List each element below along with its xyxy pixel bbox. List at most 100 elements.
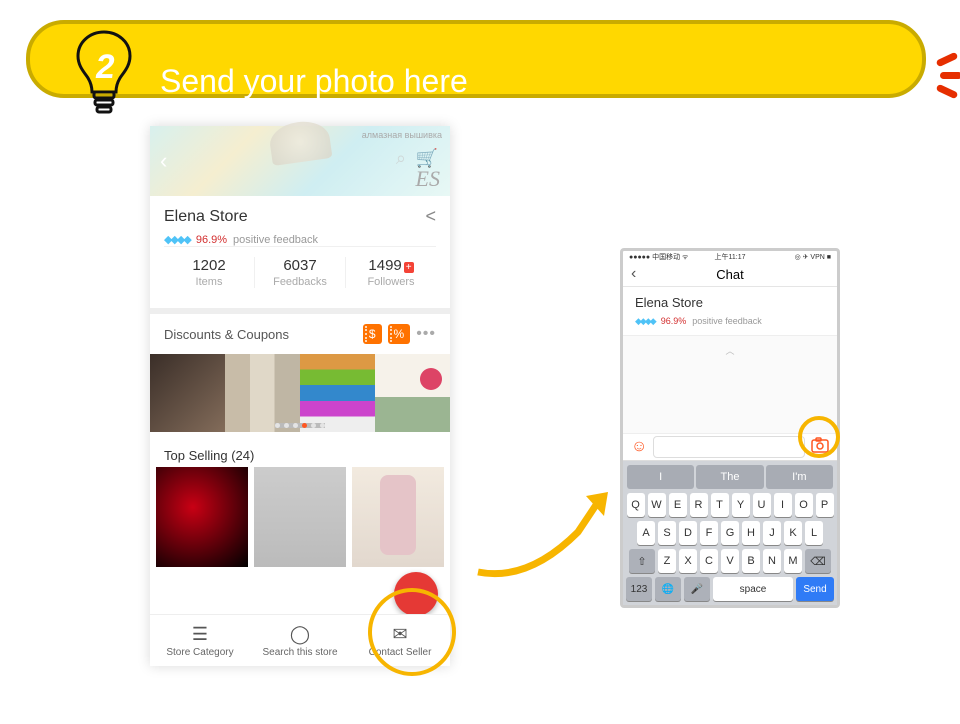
backspace-key[interactable]: ⌫ — [805, 549, 831, 573]
mic-key[interactable]: 🎤 — [684, 577, 710, 601]
status-time: 上午11:17 — [715, 252, 746, 262]
product-carousel[interactable] — [150, 354, 450, 432]
key-n[interactable]: N — [763, 549, 781, 573]
keyboard-row: ASDFGHJKL — [626, 521, 834, 545]
key-k[interactable]: K — [784, 521, 802, 545]
keyboard-row: ⇧ZXCVBNM⌫ — [626, 549, 834, 573]
num-key[interactable]: 123 — [626, 577, 652, 601]
store-stats: 1202 Items 6037 Feedbacks 1499+ Follower… — [164, 246, 436, 298]
back-icon[interactable]: ‹ — [160, 148, 167, 174]
key-y[interactable]: Y — [732, 493, 750, 517]
share-icon[interactable]: < — [425, 206, 436, 227]
brand-logo: ES — [416, 166, 440, 192]
key-j[interactable]: J — [763, 521, 781, 545]
search-icon[interactable]: ⌕ — [396, 148, 406, 169]
category-icon: ☰ — [192, 624, 208, 645]
key-l[interactable]: L — [805, 521, 823, 545]
nav-search-store[interactable]: ◯ Search this store — [250, 615, 350, 666]
product-thumb[interactable] — [300, 354, 375, 432]
store-info-card: Elena Store < ◆◆◆◆ 96.9% positive feedba… — [150, 196, 450, 314]
top-selling-products — [150, 467, 450, 567]
feedback-label: positive feedback — [692, 316, 762, 326]
arrow-icon — [468, 472, 628, 597]
product-thumb[interactable] — [352, 467, 444, 567]
key-t[interactable]: T — [711, 493, 729, 517]
product-thumb[interactable] — [375, 354, 450, 432]
rating-diamonds: ◆◆◆◆ — [164, 233, 190, 246]
key-h[interactable]: H — [742, 521, 760, 545]
suggestion[interactable]: I — [627, 465, 694, 489]
send-key[interactable]: Send — [796, 577, 834, 601]
chat-title: Chat — [716, 267, 743, 282]
keyboard-row: QWERTYUIOP — [626, 493, 834, 517]
bow-decoration — [268, 118, 333, 166]
key-z[interactable]: Z — [658, 549, 676, 573]
percent-coupon-icon[interactable]: % — [388, 324, 411, 344]
status-bar: ●●●●● 中国移动 ᯤ 上午11:17 ◎ ✈ VPN ■ — [623, 251, 837, 262]
store-header: ‹ ⌕ 🛒 алмазная вышивка ES — [150, 126, 450, 196]
space-key[interactable]: space — [713, 577, 793, 601]
chevron-up-icon[interactable]: ︿ — [725, 344, 734, 357]
status-carrier: ●●●●● 中国移动 ᯤ — [629, 252, 688, 262]
store-name: Elena Store — [164, 208, 248, 226]
stat-label: Items — [164, 276, 254, 288]
shift-key[interactable]: ⇧ — [629, 549, 655, 573]
status-right: ◎ ✈ VPN ■ — [795, 253, 831, 261]
highlight-circle-contact — [368, 588, 456, 676]
dollar-coupon-icon[interactable]: $ — [363, 324, 382, 344]
stat-value: 1499+ — [346, 257, 436, 274]
nav-label: Store Category — [166, 647, 233, 658]
key-d[interactable]: D — [679, 521, 697, 545]
message-input[interactable] — [653, 436, 805, 458]
rating-percent: 96.9% — [661, 316, 687, 326]
key-v[interactable]: V — [721, 549, 739, 573]
suggestion[interactable]: The — [696, 465, 763, 489]
stat-followers[interactable]: 1499+ Followers — [346, 257, 436, 288]
rating-percent: 96.9% — [196, 234, 227, 246]
top-selling-header: Top Selling (24) — [150, 438, 450, 467]
product-thumb[interactable] — [156, 467, 248, 567]
key-x[interactable]: X — [679, 549, 697, 573]
rating-diamonds: ◆◆◆◆ — [635, 316, 655, 327]
key-q[interactable]: Q — [627, 493, 645, 517]
keyboard-row: 123 🌐 🎤 space Send — [626, 577, 834, 601]
instruction-banner: 2 Send your photo here — [26, 20, 926, 98]
product-thumb[interactable] — [150, 354, 225, 432]
product-thumb[interactable] — [225, 354, 300, 432]
discounts-row[interactable]: Discounts & Coupons $ % ••• — [150, 314, 450, 354]
stat-label: Followers — [346, 276, 436, 288]
key-m[interactable]: M — [784, 549, 802, 573]
keyboard: I The I'm QWERTYUIOP ASDFGHJKL ⇧ZXCVBNM⌫… — [623, 461, 837, 605]
key-r[interactable]: R — [690, 493, 708, 517]
discounts-label: Discounts & Coupons — [164, 327, 289, 342]
store-phone-screenshot: ‹ ⌕ 🛒 алмазная вышивка ES Elena Store < … — [150, 126, 450, 666]
key-b[interactable]: B — [742, 549, 760, 573]
stat-feedbacks[interactable]: 6037 Feedbacks — [255, 257, 346, 288]
more-icon[interactable]: ••• — [416, 325, 436, 343]
key-g[interactable]: G — [721, 521, 739, 545]
chat-messages[interactable]: ︿ — [623, 336, 837, 433]
key-i[interactable]: I — [774, 493, 792, 517]
stat-label: Feedbacks — [255, 276, 345, 288]
keyboard-suggestions: I The I'm — [626, 465, 834, 489]
emoji-icon[interactable]: ☺ — [631, 438, 647, 456]
key-o[interactable]: O — [795, 493, 813, 517]
key-f[interactable]: F — [700, 521, 718, 545]
globe-key[interactable]: 🌐 — [655, 577, 681, 601]
suggestion[interactable]: I'm — [766, 465, 833, 489]
key-s[interactable]: S — [658, 521, 676, 545]
search-icon: ◯ — [290, 624, 310, 645]
back-icon[interactable]: ‹ — [631, 265, 636, 283]
key-p[interactable]: P — [816, 493, 834, 517]
key-w[interactable]: W — [648, 493, 666, 517]
chat-store-header: Elena Store ◆◆◆◆ 96.9% positive feedback — [623, 287, 837, 336]
key-a[interactable]: A — [637, 521, 655, 545]
feedback-label: positive feedback — [233, 234, 318, 246]
key-c[interactable]: C — [700, 549, 718, 573]
key-u[interactable]: U — [753, 493, 771, 517]
stat-items[interactable]: 1202 Items — [164, 257, 255, 288]
nav-store-category[interactable]: ☰ Store Category — [150, 615, 250, 666]
chat-nav: ‹ Chat — [623, 262, 837, 287]
product-thumb[interactable] — [254, 467, 346, 567]
key-e[interactable]: E — [669, 493, 687, 517]
